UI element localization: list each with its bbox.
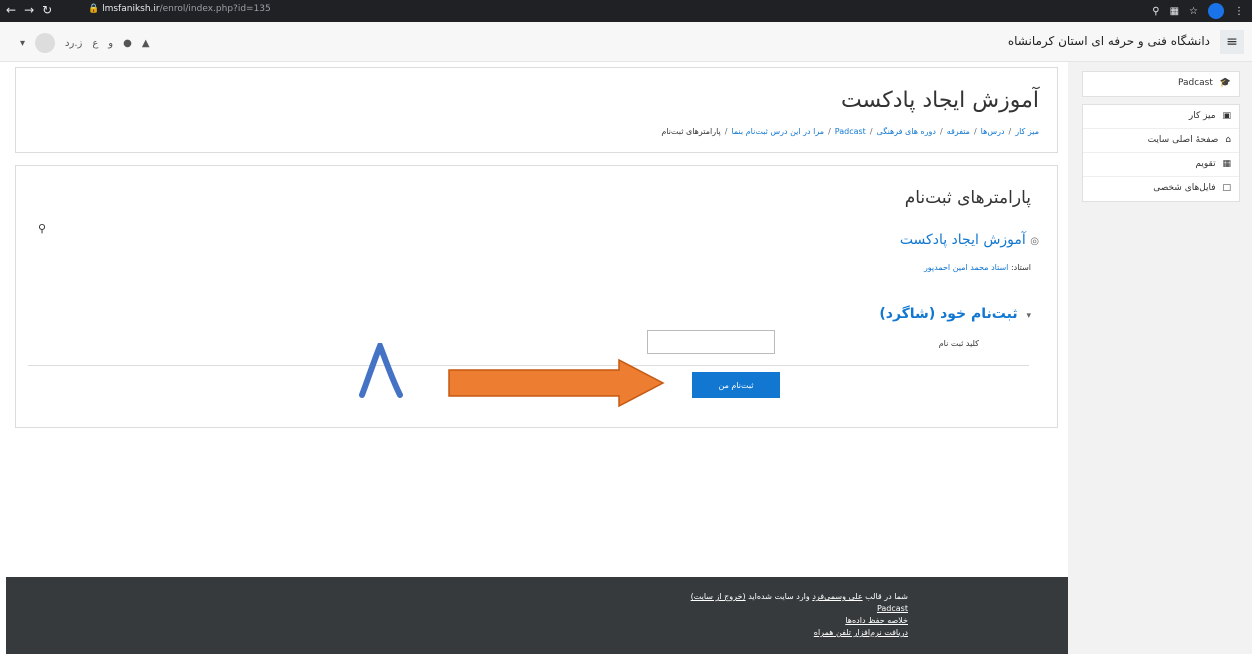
drawer-toggle-button[interactable]: ≡	[1220, 30, 1244, 54]
sidebar-item-label: Padcast	[1177, 78, 1213, 88]
user-menu-area: ▾ ز.رد ع و ● ▲	[20, 33, 150, 53]
self-enrol-heading-text: ثبت‌نام خود (شاگرد)	[879, 306, 1018, 322]
teacher-link[interactable]: استاد محمد امین احمدپور	[924, 263, 1008, 272]
teacher-line: استاد: استاد محمد امین احمدپور	[924, 263, 1031, 272]
sidebar-item-course[interactable]: 🎓 Padcast	[1083, 72, 1239, 96]
reload-icon[interactable]: ↻	[42, 3, 52, 17]
url-path: /enrol/index.php?id=135	[159, 4, 271, 14]
page-title: آموزش ایجاد پادکست	[841, 88, 1039, 113]
file-icon: □	[1222, 183, 1231, 193]
lang-indicator[interactable]: ع	[92, 38, 98, 49]
breadcrumb-item-misc[interactable]: متفرقه	[947, 127, 970, 136]
address-bar[interactable]: 🔒 lmsfaniksh.ir/enrol/index.php?id=135	[88, 4, 271, 14]
mobile-app-link[interactable]: دریافت نرم‌افزار تلفن همراه	[814, 628, 908, 637]
breadcrumb: میز کار/درس‌ها/متفرقه/دوره های فرهنگی/Pa…	[661, 127, 1039, 136]
calendar-icon: ▦	[1222, 159, 1231, 169]
menu-icon[interactable]: ⋮	[1234, 6, 1244, 17]
page-footer: شما در قالب علی وسمی‌فرد وارد سایت شده‌ا…	[6, 577, 1068, 654]
enrolment-key-input[interactable]	[647, 330, 775, 354]
forward-icon[interactable]: →	[24, 3, 34, 17]
sidebar-item-files[interactable]: □ فایل‌های شخصی	[1083, 177, 1239, 201]
data-retention-link[interactable]: خلاصه حفظ داده‌ها	[845, 616, 908, 625]
sidebar-item-dashboard[interactable]: ▣ میز کار	[1083, 105, 1239, 129]
browser-actions: ⚲ ▦ ☆ ⋮	[1152, 3, 1244, 19]
logout-link[interactable]: (خروج از سایت)	[691, 592, 746, 601]
course-name-link[interactable]: ◎ آموزش ایجاد پادکست	[900, 232, 1039, 248]
sidebar-item-label: تقویم	[1195, 159, 1216, 169]
section-title: پارامترهای ثبت‌نام	[904, 188, 1031, 208]
breadcrumb-current: پارامترهای ثبت‌نام	[661, 127, 721, 136]
enrolment-key-label: کلید ثبت نام	[938, 339, 979, 348]
footer-course-link[interactable]: Padcast	[877, 604, 908, 613]
key-icon[interactable]: ⚲	[1152, 6, 1159, 17]
breadcrumb-item-course[interactable]: Padcast	[835, 127, 866, 136]
breadcrumb-item-courses[interactable]: درس‌ها	[981, 127, 1005, 136]
collapse-caret-icon[interactable]: ▾	[1026, 311, 1031, 321]
course-icon: ◎	[1030, 236, 1039, 247]
home-icon: ⌂	[1225, 135, 1231, 145]
sidebar-item-label: میز کار	[1188, 111, 1216, 121]
sidebar-item-label: صفحهٔ اصلی سایت	[1147, 135, 1219, 145]
lang-indicator-2[interactable]: و	[108, 38, 113, 49]
user-initials[interactable]: ز.رد	[65, 38, 82, 49]
sidebar-course-box: 🎓 Padcast	[1082, 71, 1240, 97]
sidebar-nav-box: ▣ میز کار ⌂ صفحهٔ اصلی سایت ▦ تقویم □ فا…	[1082, 104, 1240, 202]
enrol-me-button[interactable]: ثبت‌نام من	[692, 372, 780, 398]
page-header-card: آموزش ایجاد پادکست میز کار/درس‌ها/متفرقه…	[15, 67, 1058, 153]
notifications-icon[interactable]: ▲	[142, 38, 150, 49]
logged-in-suffix: وارد سایت شده‌اید	[748, 592, 810, 601]
logged-in-info: شما در قالب علی وسمی‌فرد وارد سایت شده‌ا…	[691, 591, 908, 603]
star-icon[interactable]: ☆	[1189, 6, 1198, 17]
course-name-text: آموزش ایجاد پادکست	[899, 232, 1026, 248]
self-enrol-heading[interactable]: ▾ ثبت‌نام خود (شاگرد)	[879, 306, 1031, 322]
dashboard-icon: ▣	[1222, 111, 1231, 121]
profile-icon[interactable]	[1208, 3, 1224, 19]
top-navbar: ≡ دانشگاه فنی و حرفه ای استان کرمانشاه ▾…	[0, 22, 1252, 62]
logged-in-prefix: شما در قالب	[865, 592, 908, 601]
key-icon: ⚲	[38, 222, 47, 235]
breadcrumb-item-enrol-me[interactable]: مرا در این درس ثبت‌نام بنما	[731, 127, 824, 136]
user-profile-link[interactable]: علی وسمی‌فرد	[812, 592, 862, 601]
url-host: lmsfaniksh.ir	[102, 4, 160, 14]
site-name[interactable]: دانشگاه فنی و حرفه ای استان کرمانشاه	[1008, 34, 1210, 48]
sidebar-item-home[interactable]: ⌂ صفحهٔ اصلی سایت	[1083, 129, 1239, 153]
annotation-digit	[359, 343, 403, 398]
graduation-cap-icon: 🎓	[1219, 78, 1231, 88]
back-icon[interactable]: ←	[6, 3, 16, 17]
orange-arrow-annotation	[448, 358, 665, 408]
sidebar: 🎓 Padcast ▣ میز کار ⌂ صفحهٔ اصلی سایت ▦ …	[1068, 62, 1252, 654]
browser-toolbar: ← → ↻ 🔒 lmsfaniksh.ir/enrol/index.php?id…	[0, 0, 1252, 22]
breadcrumb-item-dashboard[interactable]: میز کار	[1015, 127, 1039, 136]
sidebar-item-label: فایل‌های شخصی	[1153, 183, 1216, 193]
breadcrumb-item-cultural[interactable]: دوره های فرهنگی	[877, 127, 936, 136]
sidebar-item-calendar[interactable]: ▦ تقویم	[1083, 153, 1239, 177]
lock-icon: 🔒	[88, 4, 100, 14]
avatar[interactable]	[35, 33, 56, 53]
messages-icon[interactable]: ●	[123, 38, 132, 49]
teacher-label: استاد:	[1010, 263, 1031, 272]
caret-down-icon[interactable]: ▾	[20, 38, 25, 49]
browser-nav: ← → ↻	[6, 3, 52, 17]
translate-icon[interactable]: ▦	[1170, 6, 1179, 17]
